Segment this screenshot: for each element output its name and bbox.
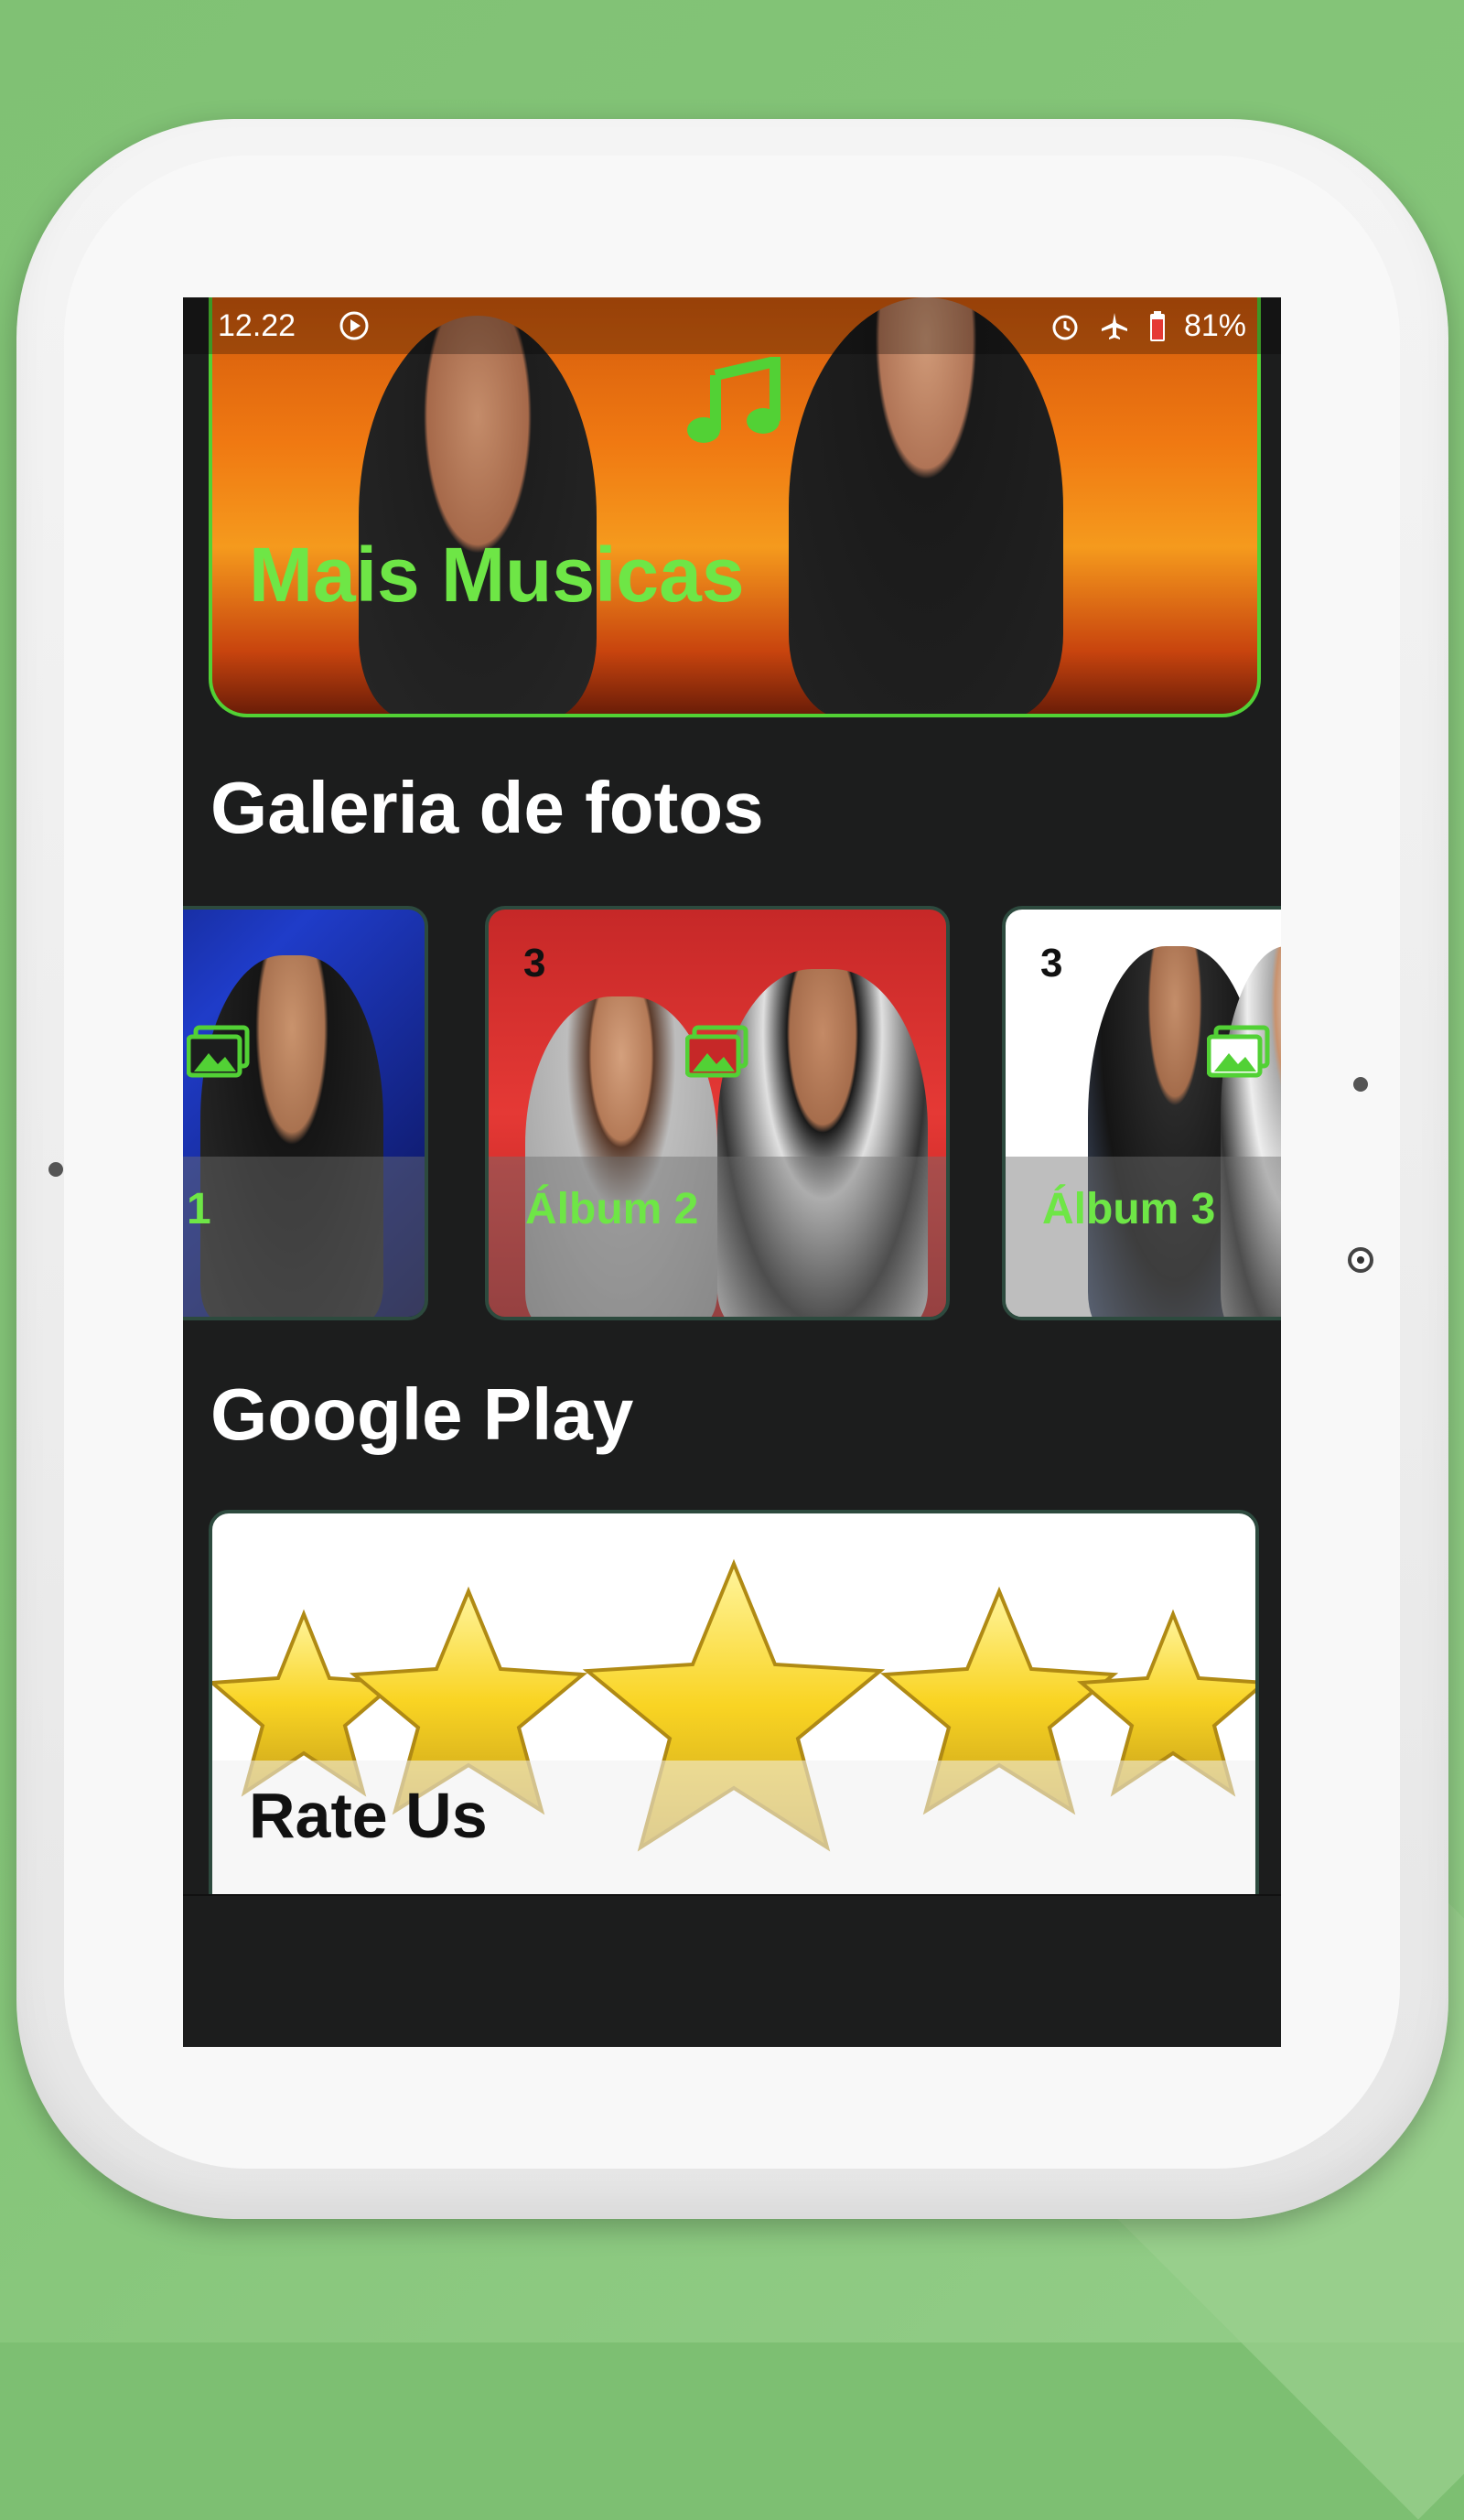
status-time: 12.22	[218, 308, 296, 343]
front-camera	[1348, 1247, 1373, 1273]
album-3-count: 3	[1040, 941, 1063, 985]
album-2-label-band	[489, 1157, 946, 1317]
album-card-1[interactable]: 1	[183, 906, 428, 1320]
album-card-2[interactable]: 3 Álbum 2	[485, 906, 950, 1320]
album-1-label-band	[183, 1157, 425, 1317]
album-card-3[interactable]: 3 Álbum 3	[1002, 906, 1281, 1320]
alarm-icon	[1052, 315, 1078, 339]
album-3-label-band	[1006, 1157, 1281, 1317]
airplane-mode-icon	[1101, 312, 1127, 339]
battery-percent: 81%	[1183, 308, 1246, 343]
album-2-count: 3	[523, 941, 546, 985]
album-3-label: Álbum 3	[1042, 1185, 1216, 1233]
gallery-icon	[1207, 1025, 1270, 1078]
status-icons: 81%	[1049, 308, 1246, 344]
hero-title: Mais Musicas	[249, 532, 745, 618]
music-note-icon	[687, 357, 780, 443]
bottom-bar	[183, 1894, 1281, 2047]
front-sensor-left	[48, 1162, 63, 1177]
gallery-section-title: Galeria de fotos	[210, 767, 764, 848]
album-2-label: Álbum 2	[525, 1185, 699, 1233]
album-1-label: 1	[187, 1185, 211, 1233]
app-screen: 12.22 81% Mais Musicas Galeria de fotos …	[183, 297, 1281, 2047]
rate-us-card[interactable]: Rate Us	[209, 1510, 1259, 1901]
battery-icon	[1149, 310, 1165, 341]
google-play-section-title: Google Play	[210, 1373, 634, 1455]
rate-us-label: Rate Us	[249, 1780, 488, 1851]
status-bar: 12.22 81%	[183, 297, 1281, 354]
hero-photo-person-left	[359, 316, 597, 714]
gallery-icon	[685, 1025, 748, 1078]
hero-banner[interactable]: Mais Musicas	[209, 297, 1261, 717]
hero-photo-person-right	[789, 297, 1063, 714]
gallery-icon	[187, 1025, 250, 1078]
front-sensor-right	[1353, 1077, 1368, 1092]
media-play-icon	[339, 311, 369, 340]
